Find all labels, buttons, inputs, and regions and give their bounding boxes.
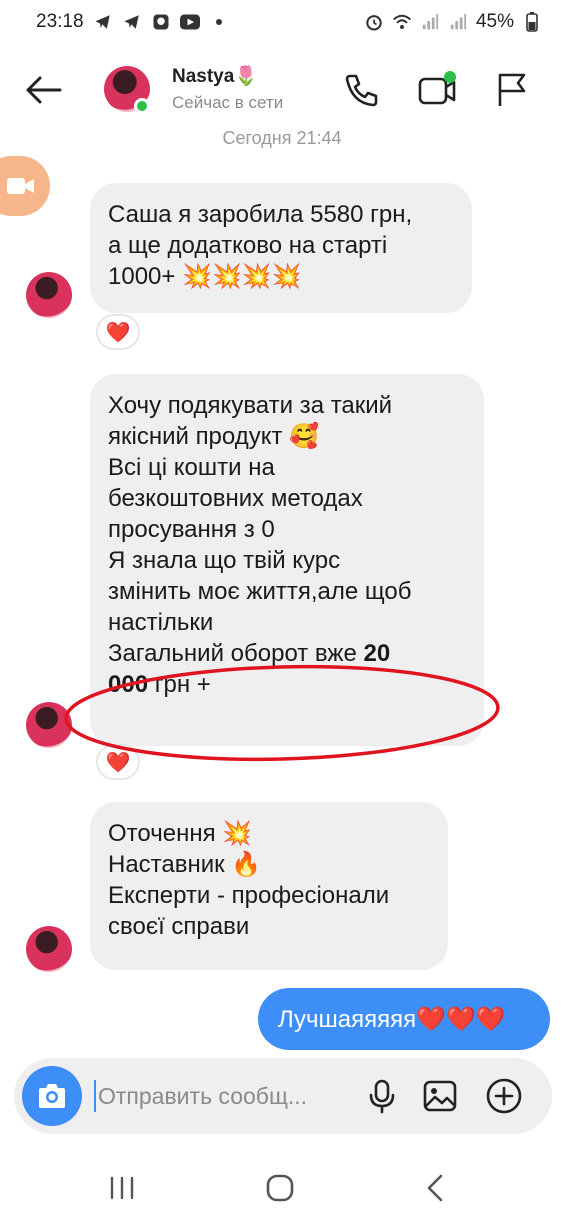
- sender-avatar[interactable]: [26, 702, 72, 748]
- message-line: Експерти - професіонали: [108, 882, 390, 909]
- image-icon: [423, 1080, 457, 1112]
- message-bubble[interactable]: Оточення 💥 Наставник 🔥 Експерти - профес…: [90, 802, 448, 970]
- home-button[interactable]: [260, 1168, 300, 1208]
- message-line: своєї справи: [108, 913, 250, 940]
- message-line: 1000+ 💥💥💥💥: [108, 263, 302, 290]
- message-bubble[interactable]: Саша я заробила 5580 грн, а ще додатково…: [90, 183, 472, 313]
- telegram-icon: [93, 12, 113, 32]
- turnover-currency: грн +: [148, 671, 211, 698]
- message-line-turnover-2: 000 грн +: [108, 669, 466, 700]
- alarm-icon: [364, 12, 384, 32]
- floating-video-button[interactable]: [0, 156, 50, 216]
- voice-message-button[interactable]: [362, 1076, 402, 1116]
- chat-header: Nastya🌷 Сейчас в сети: [0, 52, 564, 128]
- camera-icon: [39, 1084, 65, 1108]
- recent-apps-button[interactable]: [102, 1168, 142, 1208]
- message-input[interactable]: [98, 1078, 368, 1114]
- camera-button[interactable]: [22, 1066, 82, 1126]
- system-back-button[interactable]: [416, 1168, 456, 1208]
- youtube-icon: [179, 12, 200, 32]
- wifi-icon: [392, 12, 412, 32]
- video-camera-icon: [7, 178, 34, 194]
- heart-icon: ❤️: [105, 751, 131, 774]
- chevron-left-icon: [427, 1174, 443, 1202]
- microphone-icon: [369, 1079, 395, 1114]
- message-bubble[interactable]: Хочу подякувати за такий якісний продукт…: [90, 374, 484, 746]
- contact-status: Сейчас в сети: [172, 93, 284, 112]
- call-button[interactable]: [340, 68, 384, 112]
- text-cursor: [94, 1080, 96, 1112]
- arrow-left-icon: [26, 76, 62, 104]
- message-line: настільки: [108, 609, 214, 636]
- turnover-value-part2: 000: [108, 671, 149, 698]
- online-indicator: [134, 98, 150, 114]
- message-line: а ще додатково на старті: [108, 232, 388, 259]
- message-line: якісний продукт 🥰: [108, 423, 320, 450]
- outgoing-message-bubble[interactable]: Лучшаяяяяя❤️❤️❤️: [258, 988, 550, 1050]
- more-options-button[interactable]: [484, 1076, 524, 1116]
- flag-icon: [498, 73, 526, 106]
- heart-reaction[interactable]: ❤️: [96, 314, 140, 350]
- signal-icon: [420, 12, 440, 32]
- message-composer: [14, 1058, 552, 1134]
- message-line: Я знала що твій курс: [108, 547, 341, 574]
- heart-reaction[interactable]: ❤️: [96, 744, 140, 780]
- sender-avatar[interactable]: [26, 272, 72, 318]
- contact-name[interactable]: Nastya🌷: [172, 64, 258, 88]
- turnover-value-part1: 20: [363, 640, 391, 667]
- battery-percent: 45%: [475, 11, 514, 32]
- signal-icon: [448, 12, 468, 32]
- recent-apps-icon: [110, 1176, 134, 1200]
- report-button[interactable]: [490, 68, 534, 112]
- message-line: безкоштовних методах: [108, 485, 363, 512]
- phone-icon: [345, 74, 378, 107]
- message-line: Наставник 🔥: [108, 851, 262, 878]
- viber-icon: [151, 12, 171, 32]
- sender-avatar[interactable]: [26, 926, 72, 972]
- system-nav-bar: [0, 1150, 564, 1222]
- back-button[interactable]: [22, 68, 66, 112]
- turnover-label: Загальний оборот вже: [108, 640, 364, 667]
- video-camera-icon: [418, 71, 456, 105]
- message-line: Оточення 💥: [108, 820, 253, 847]
- gallery-button[interactable]: [420, 1076, 460, 1116]
- message-text: Лучшаяяяяя❤️❤️❤️: [278, 1005, 506, 1033]
- message-line-turnover: Загальний оборот вже 20: [108, 638, 466, 669]
- dot-icon: [209, 12, 229, 32]
- home-icon: [266, 1174, 294, 1202]
- message-line: Хочу подякувати за такий: [108, 392, 393, 419]
- chat-timestamp: Сегодня 21:44: [222, 128, 342, 148]
- video-call-button[interactable]: [414, 68, 458, 112]
- message-line: змінить моє життя,але щоб: [108, 578, 412, 605]
- heart-icon: ❤️: [105, 321, 131, 344]
- message-line: Всі ці кошти на: [108, 454, 275, 481]
- status-bar: 23:18 45%: [0, 0, 564, 44]
- battery-icon: [522, 12, 542, 32]
- plus-circle-icon: [486, 1078, 522, 1114]
- clock: 23:18: [36, 11, 84, 32]
- telegram-icon: [122, 12, 142, 32]
- message-line: просування з 0: [108, 516, 275, 543]
- message-line: Саша я заробила 5580 грн,: [108, 201, 413, 228]
